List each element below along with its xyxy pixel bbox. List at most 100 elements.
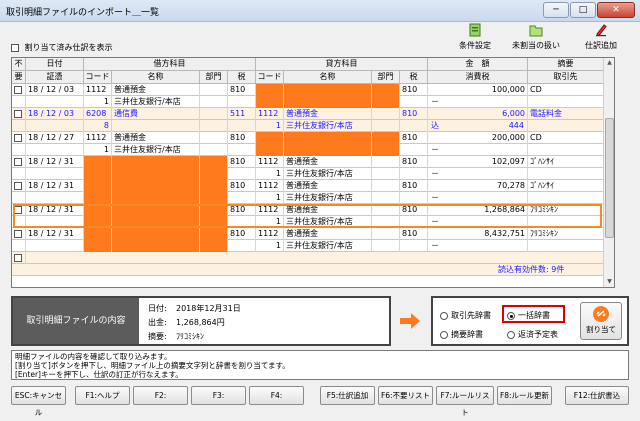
debit-code-cell[interactable]: 1112 (84, 132, 112, 144)
empty-row-checkbox[interactable] (14, 253, 22, 262)
consumption-tax-cell[interactable]: 込 444 (428, 120, 528, 132)
unneeded-checkbox[interactable] (14, 133, 22, 142)
f3-button[interactable]: F3: (191, 386, 246, 405)
radio-memo[interactable] (440, 330, 448, 339)
debit-sub-tax-cell[interactable] (228, 144, 256, 156)
debit-code-cell[interactable] (84, 204, 112, 216)
debit-sub-code-cell[interactable] (84, 192, 112, 204)
credit-name-cell[interactable]: 普通預金 (284, 180, 372, 192)
debit-sub-tax-cell[interactable] (228, 192, 256, 204)
sub-memo-cell[interactable] (528, 168, 604, 180)
scroll-thumb[interactable] (605, 118, 614, 238)
voucher-cell[interactable] (26, 168, 84, 180)
table-row-sub[interactable]: 1 三井住友銀行/本店 － (12, 96, 604, 108)
debit-name-cell[interactable] (112, 156, 200, 168)
partner-cell[interactable]: ﾌﾘｺﾐｼｷﾝ (528, 204, 604, 216)
date-cell[interactable]: 18 / 12 / 03 (26, 108, 84, 120)
debit-name-cell[interactable]: 通信費 (112, 108, 200, 120)
credit-tax-cell[interactable]: 810 (400, 180, 428, 192)
add-journal-button[interactable]: 仕訳追加 (579, 23, 623, 51)
credit-sub-name-cell[interactable]: 三井住友銀行/本店 (284, 168, 372, 180)
debit-sub-name-cell[interactable] (112, 168, 200, 180)
credit-sub-tax-cell[interactable] (400, 240, 428, 252)
f6-unneeded-list-button[interactable]: F6:不要リスト (378, 386, 433, 405)
credit-sub-tax-cell[interactable] (400, 216, 428, 228)
credit-sub-name-cell[interactable] (284, 144, 372, 156)
partner-cell[interactable]: CD (528, 84, 604, 96)
credit-code-cell[interactable]: 1112 (256, 204, 284, 216)
credit-sub-tax-cell[interactable] (400, 192, 428, 204)
close-button[interactable]: ✕ (597, 2, 635, 18)
sub-memo-cell[interactable] (528, 240, 604, 252)
partner-cell[interactable]: ｺﾞﾊﾝｻｲ (528, 180, 604, 192)
credit-sub-code-cell[interactable]: 1 (256, 192, 284, 204)
debit-sub-dept-cell[interactable] (200, 240, 228, 252)
debit-sub-code-cell[interactable] (84, 216, 112, 228)
credit-tax-cell[interactable]: 810 (400, 132, 428, 144)
credit-dept-cell[interactable] (372, 228, 400, 240)
f12-write-journal-button[interactable]: F12:仕訳書込 (565, 386, 629, 405)
consumption-tax-cell[interactable]: － (428, 192, 528, 204)
credit-sub-tax-cell[interactable] (400, 120, 428, 132)
debit-sub-tax-cell[interactable] (228, 168, 256, 180)
debit-code-cell[interactable] (84, 156, 112, 168)
debit-name-cell[interactable]: 普通預金 (112, 132, 200, 144)
consumption-tax-cell[interactable]: － (428, 240, 528, 252)
unneeded-checkbox-cell[interactable] (12, 132, 26, 144)
credit-sub-name-cell[interactable]: 三井住友銀行/本店 (284, 120, 372, 132)
credit-code-cell[interactable]: 1112 (256, 228, 284, 240)
debit-sub-tax-cell[interactable] (228, 216, 256, 228)
credit-sub-dept-cell[interactable] (372, 192, 400, 204)
date-cell[interactable]: 18 / 12 / 31 (26, 228, 84, 240)
credit-dept-cell[interactable] (372, 84, 400, 96)
date-cell[interactable]: 18 / 12 / 03 (26, 84, 84, 96)
debit-sub-dept-cell[interactable] (200, 192, 228, 204)
debit-dept-cell[interactable] (200, 108, 228, 120)
table-row[interactable]: 18 / 12 / 31 810 1112 普通預金 810 102,097 ｺﾞﾊﾝｻｲ (12, 156, 604, 168)
credit-sub-name-cell[interactable]: 三井住友銀行/本店 (284, 192, 372, 204)
sub-memo-cell[interactable] (528, 96, 604, 108)
empty-row-checkbox-cell[interactable] (12, 252, 26, 264)
credit-sub-name-cell[interactable]: 三井住友銀行/本店 (284, 240, 372, 252)
table-row[interactable]: 18 / 12 / 03 6208 通信費 511 1112 普通預金 810 6,000 電話… (12, 108, 604, 120)
esc-cancel-button[interactable]: ESC:キャンセル (11, 386, 66, 417)
debit-dept-cell[interactable] (200, 132, 228, 144)
credit-sub-code-cell[interactable] (256, 96, 284, 108)
debit-sub-tax-cell[interactable] (228, 240, 256, 252)
maximize-button[interactable]: □ (570, 2, 596, 18)
credit-code-cell[interactable]: 1112 (256, 156, 284, 168)
partner-cell[interactable]: 電話料金 (528, 108, 604, 120)
unneeded-checkbox-cell[interactable] (12, 180, 26, 192)
consumption-tax-cell[interactable]: － (428, 144, 528, 156)
debit-tax-cell[interactable]: 810 (228, 228, 256, 240)
option-repayment-schedule[interactable]: 返済予定表 (507, 329, 558, 340)
credit-sub-dept-cell[interactable] (372, 240, 400, 252)
debit-code-cell[interactable]: 1112 (84, 84, 112, 96)
credit-tax-cell[interactable]: 810 (400, 204, 428, 216)
vertical-scrollbar[interactable]: ▲ ▼ (603, 58, 614, 287)
credit-name-cell[interactable] (284, 84, 372, 96)
credit-tax-cell[interactable]: 810 (400, 156, 428, 168)
minimize-button[interactable]: ─ (543, 2, 569, 18)
debit-code-cell[interactable]: 6208 (84, 108, 112, 120)
credit-sub-code-cell[interactable]: 1 (256, 168, 284, 180)
partner-cell[interactable]: ﾌﾘｺﾐｼｷﾝ (528, 228, 604, 240)
voucher-cell[interactable] (26, 144, 84, 156)
unneeded-checkbox-cell[interactable] (12, 84, 26, 96)
voucher-cell[interactable] (26, 120, 84, 132)
credit-sub-code-cell[interactable]: 1 (256, 240, 284, 252)
credit-dept-cell[interactable] (372, 108, 400, 120)
credit-code-cell[interactable] (256, 132, 284, 144)
debit-sub-code-cell[interactable]: 8 (84, 120, 112, 132)
date-cell[interactable]: 18 / 12 / 27 (26, 132, 84, 144)
voucher-cell[interactable] (26, 192, 84, 204)
amount-cell[interactable]: 1,268,864 (428, 204, 528, 216)
amount-cell[interactable]: 6,000 (428, 108, 528, 120)
f1-help-button[interactable]: F1:ヘルプ (75, 386, 130, 405)
table-row[interactable]: 18 / 12 / 31 810 1112 普通預金 810 1,268,864 ﾌﾘｺﾐｼ… (12, 204, 604, 216)
credit-code-cell[interactable]: 1112 (256, 180, 284, 192)
credit-name-cell[interactable]: 普通預金 (284, 108, 372, 120)
radio-repayment[interactable] (507, 330, 515, 339)
unneeded-checkbox-cell[interactable] (12, 156, 26, 168)
credit-dept-cell[interactable] (372, 156, 400, 168)
